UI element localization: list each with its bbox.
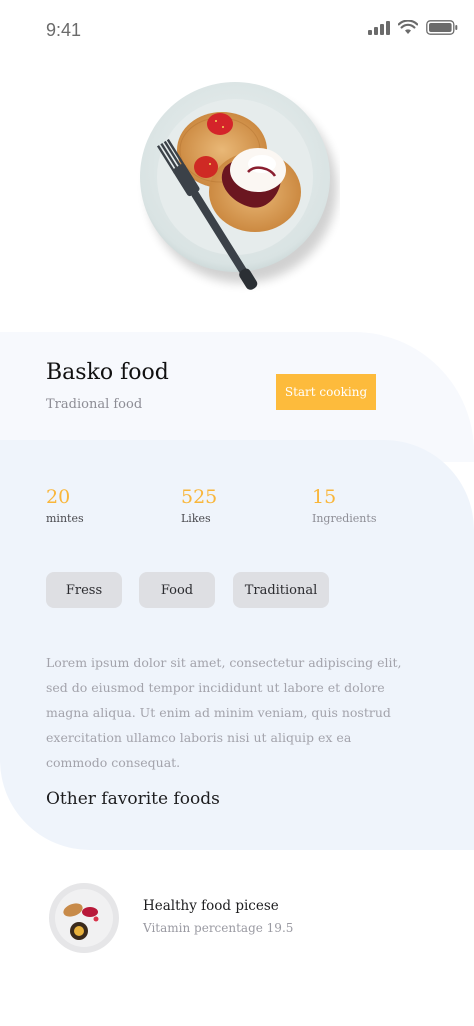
status-icons — [368, 20, 458, 35]
stat-label: mintes — [46, 512, 84, 525]
stat-label: Likes — [181, 512, 211, 525]
recipe-subtitle: Tradional food — [46, 397, 143, 412]
stat-likes: 525 Likes — [181, 486, 217, 525]
start-cooking-button[interactable]: Start cooking — [276, 374, 376, 410]
tag-fress[interactable]: Fress — [46, 572, 122, 608]
battery-icon — [426, 20, 458, 35]
stat-ingredients: 15 Ingredients — [312, 486, 376, 525]
stat-value: 525 — [181, 486, 218, 508]
hero-food-image — [130, 72, 340, 312]
stat-minutes: 20 mintes — [46, 486, 84, 525]
recipe-description: Lorem ipsum dolor sit amet, consectetur … — [46, 655, 402, 770]
food-item-name: Healthy food picese — [143, 898, 279, 914]
other-foods-heading: Other favorite foods — [46, 789, 220, 809]
recipe-title: Basko food — [46, 360, 169, 385]
status-time: 9:41 — [46, 20, 82, 40]
food-item-meta: Vitamin percentage 19.5 — [143, 921, 294, 935]
signal-icon — [368, 20, 390, 35]
list-item[interactable]: Healthy food picese Vitamin percentage 1… — [46, 882, 436, 956]
stat-value: 20 — [46, 486, 71, 508]
wifi-icon — [398, 20, 418, 34]
food-thumbnail — [48, 882, 120, 954]
stat-label: Ingredients — [312, 512, 377, 525]
tag-traditional[interactable]: Traditional — [233, 572, 329, 608]
tag-food[interactable]: Food — [139, 572, 215, 608]
stat-value: 15 — [312, 486, 337, 508]
